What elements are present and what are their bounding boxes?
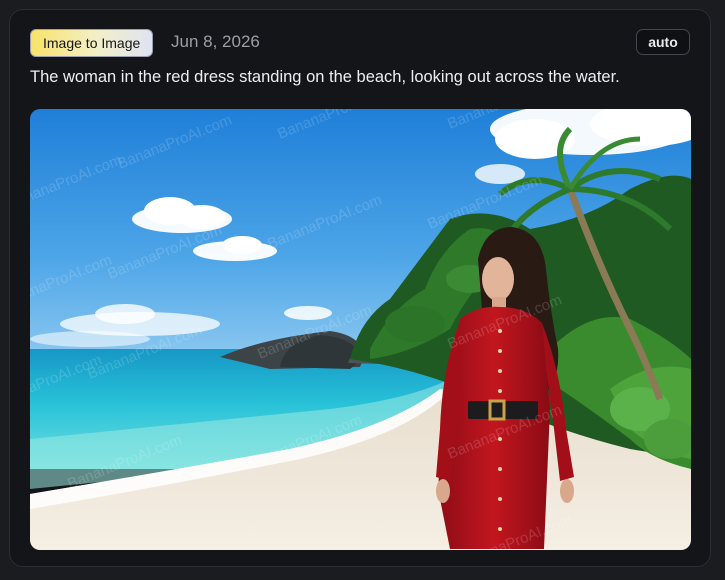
prompt-text: The woman in the red dress standing on t…: [30, 68, 620, 86]
generated-image[interactable]: BananaProAI.com BananaProAI.com BananaProA…: [30, 109, 691, 550]
card-header: Image to Image Jun 8, 2026 auto: [30, 29, 690, 57]
aspect-ratio-button[interactable]: auto: [636, 29, 690, 55]
mode-badge: Image to Image: [30, 29, 154, 57]
creation-date: Jun 8, 2026: [171, 32, 260, 51]
generation-card: Image to Image Jun 8, 2026 auto The woma…: [9, 9, 711, 567]
